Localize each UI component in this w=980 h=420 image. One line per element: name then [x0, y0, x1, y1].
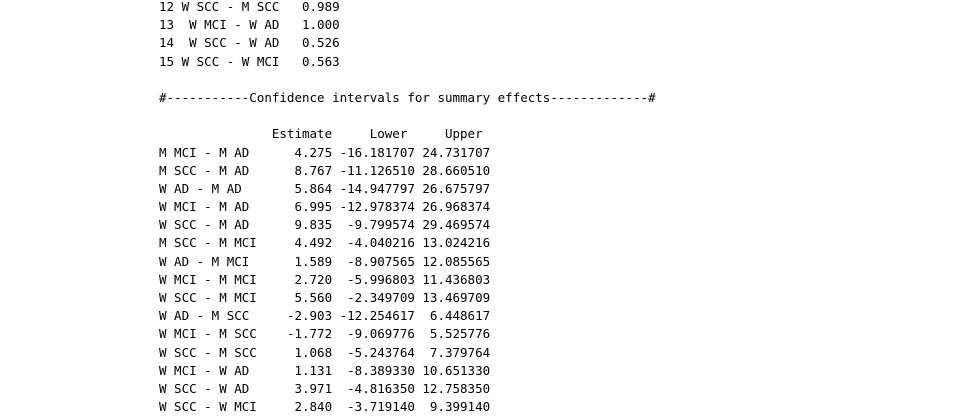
pvalue-row: 12 W SCC - M SCC 0.989	[159, 0, 340, 14]
ci-row: W SCC - W MCI 2.840 -3.719140 9.399140	[159, 399, 491, 415]
ci-row: W MCI - W AD 1.131 -8.389330 10.651330	[159, 362, 491, 378]
ci-row: W AD - M AD 5.864 -14.947797 26.675797	[159, 180, 491, 196]
pvalue-row: 15 W SCC - W MCI 0.563	[159, 53, 340, 69]
ci-row: W SCC - W AD 3.971 -4.816350 12.758350	[159, 380, 491, 396]
ci-row: W SCC - M SCC 1.068 -5.243764 7.379764	[159, 344, 491, 360]
ci-row: W SCC - M AD 9.835 -9.799574 29.469574	[159, 217, 491, 233]
ci-table-header: Estimate Lower Upper	[159, 126, 483, 142]
ci-row: W MCI - M AD 6.995 -12.978374 26.968374	[159, 199, 491, 215]
ci-row: M MCI - M AD 4.275 -16.181707 24.731707	[159, 144, 491, 160]
ci-row: W AD - M MCI 1.589 -8.907565 12.085565	[159, 253, 491, 269]
console-output: 12 W SCC - M SCC 0.989 13 W MCI - W AD 1…	[159, 0, 656, 416]
ci-row: W AD - M SCC -2.903 -12.254617 6.448617	[159, 308, 491, 324]
ci-row: M SCC - M MCI 4.492 -4.040216 13.024216	[159, 235, 491, 251]
section-header: #-----------Confidence intervals for sum…	[159, 89, 656, 105]
ci-row: W SCC - M MCI 5.560 -2.349709 13.469709	[159, 290, 491, 305]
ci-row: W MCI - M MCI 2.720 -5.996803 11.436803	[159, 271, 491, 287]
ci-row: W MCI - M SCC -1.772 -9.069776 5.525776	[159, 326, 491, 342]
pvalue-row: 13 W MCI - W AD 1.000	[159, 17, 340, 33]
pvalue-row: 14 W SCC - W AD 0.526	[159, 35, 340, 51]
ci-row: M SCC - M AD 8.767 -11.126510 28.660510	[159, 162, 491, 178]
